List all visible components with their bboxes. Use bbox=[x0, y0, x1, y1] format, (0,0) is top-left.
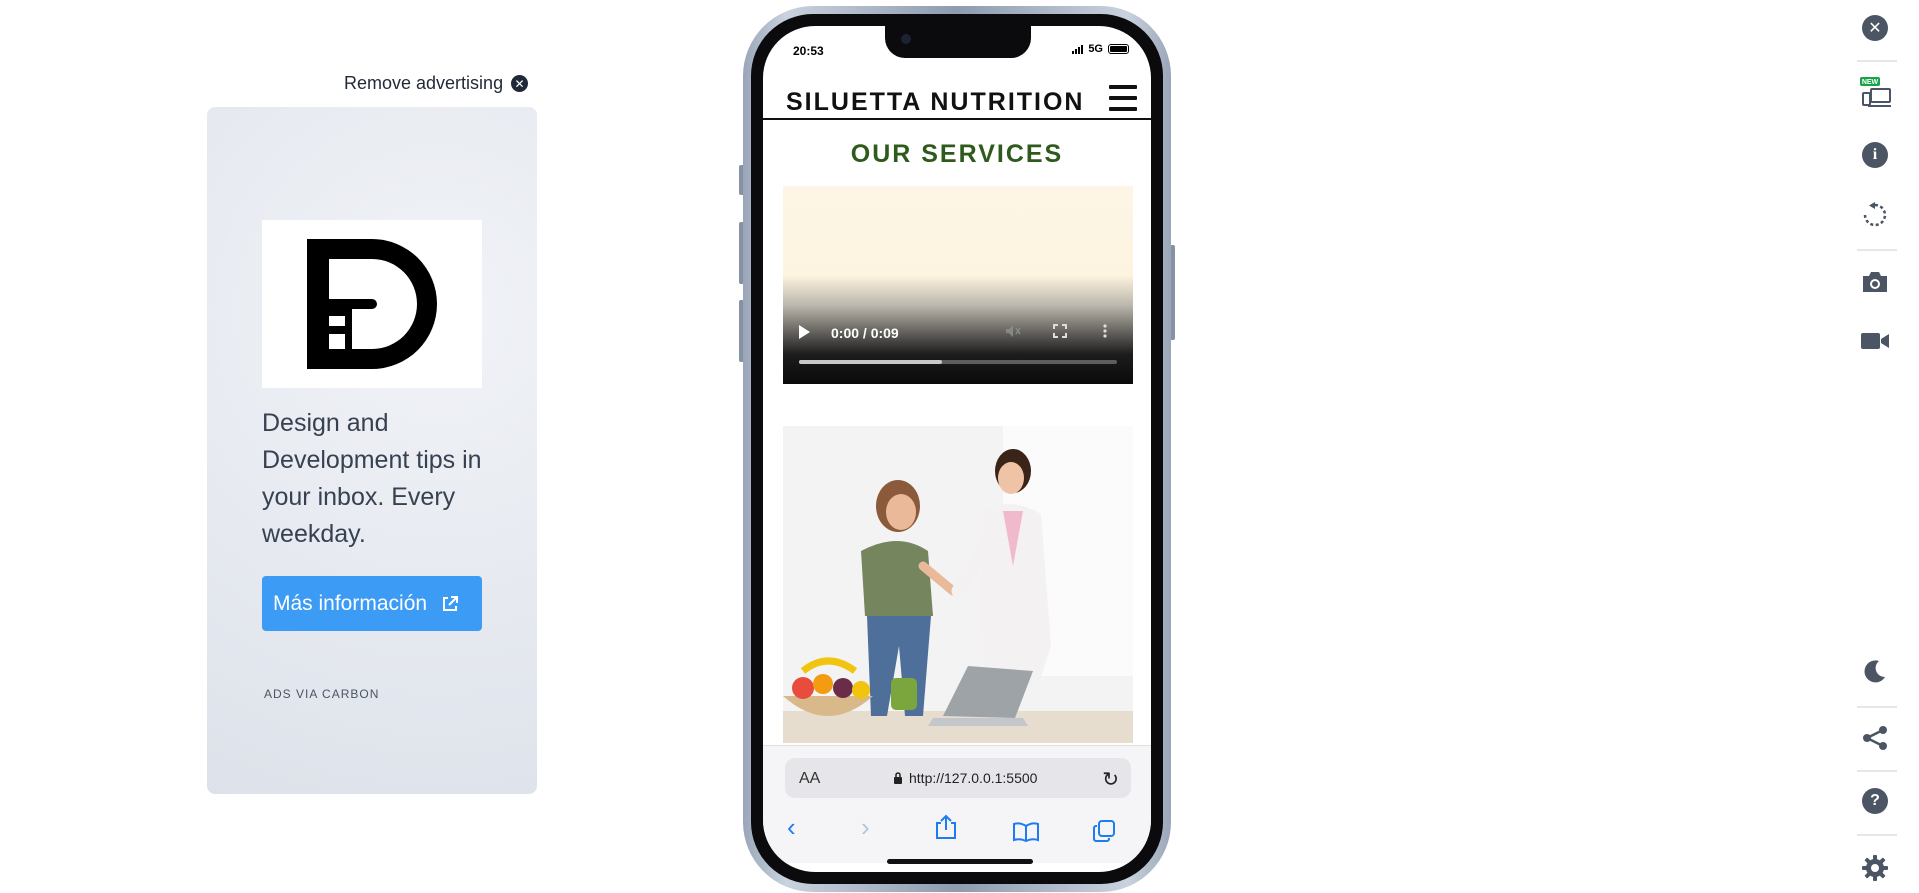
safari-toolbar: ‹ › bbox=[763, 808, 1151, 848]
remove-advertising-link[interactable]: Remove advertising ✕ bbox=[344, 73, 529, 94]
hamburger-menu-icon[interactable] bbox=[1109, 85, 1137, 111]
dd-logo-icon bbox=[307, 239, 437, 369]
front-camera bbox=[901, 34, 911, 44]
section-heading: OUR SERVICES bbox=[850, 140, 1064, 168]
site-header: SILUETTA NUTRITION bbox=[763, 78, 1151, 120]
back-icon[interactable]: ‹ bbox=[787, 812, 796, 843]
share-sheet-icon[interactable] bbox=[935, 814, 957, 847]
video-time: 0:00 / 0:09 bbox=[831, 325, 899, 341]
signal-icon bbox=[1072, 44, 1084, 54]
new-badge: NEW bbox=[1862, 79, 1879, 86]
toolbar-divider bbox=[1857, 770, 1897, 772]
ad-logo[interactable] bbox=[262, 220, 482, 388]
rotate-icon[interactable] bbox=[1855, 195, 1895, 235]
phone-frame: 20:53 5G SILUETTA NUTRITION OUR SERVICES… bbox=[743, 6, 1171, 892]
devices-icon[interactable]: NEW bbox=[1855, 72, 1895, 112]
url-display[interactable]: http://127.0.0.1:5500 bbox=[893, 770, 1037, 786]
ad-more-info-button[interactable]: Más información bbox=[262, 576, 482, 631]
address-bar[interactable]: AA http://127.0.0.1:5500 ↻ bbox=[785, 758, 1131, 798]
camera-icon[interactable] bbox=[1855, 262, 1895, 302]
help-icon[interactable]: ? bbox=[1855, 781, 1895, 821]
reload-icon[interactable]: ↻ bbox=[1102, 767, 1119, 792]
share-icon[interactable] bbox=[1855, 718, 1895, 758]
phone-notch bbox=[885, 26, 1031, 58]
phone-bezel: 20:53 5G SILUETTA NUTRITION OUR SERVICES… bbox=[751, 14, 1163, 884]
ads-via-carbon[interactable]: ADS VIA CARBON bbox=[264, 687, 379, 701]
settings-icon[interactable] bbox=[1855, 848, 1895, 888]
fullscreen-icon[interactable] bbox=[1053, 324, 1067, 342]
external-link-icon bbox=[443, 595, 459, 611]
info-icon[interactable]: i bbox=[1855, 135, 1895, 175]
dark-mode-icon[interactable] bbox=[1855, 651, 1895, 691]
remove-advertising-label: Remove advertising bbox=[344, 73, 504, 93]
toolbar-divider bbox=[1857, 60, 1897, 62]
nutritionist-handshake-image bbox=[783, 426, 1133, 743]
ad-headline: Design and Development tips in your inbo… bbox=[262, 409, 482, 548]
forward-icon[interactable]: › bbox=[861, 812, 870, 843]
text-size-button[interactable]: AA bbox=[799, 770, 820, 788]
home-indicator bbox=[887, 859, 1033, 864]
video-record-icon[interactable] bbox=[1855, 321, 1895, 361]
url-text: http://127.0.0.1:5500 bbox=[909, 770, 1038, 786]
ad-card: Design and Development tips in your inbo… bbox=[207, 107, 537, 794]
site-title[interactable]: SILUETTA NUTRITION bbox=[786, 88, 1084, 117]
network-label: 5G bbox=[1088, 43, 1103, 55]
phone-screen: 20:53 5G SILUETTA NUTRITION OUR SERVICES… bbox=[763, 26, 1151, 872]
ad-button-label: Más información bbox=[273, 591, 428, 615]
play-icon[interactable] bbox=[799, 325, 810, 339]
lock-icon bbox=[894, 772, 902, 784]
toolbar-divider bbox=[1857, 834, 1897, 836]
bookmarks-icon[interactable] bbox=[1013, 818, 1039, 849]
toolbar-divider bbox=[1857, 706, 1897, 708]
tabs-icon[interactable] bbox=[1093, 818, 1115, 849]
close-circle-icon: ✕ bbox=[511, 75, 529, 92]
video-player[interactable]: 0:00 / 0:09 bbox=[783, 186, 1133, 384]
battery-icon bbox=[1108, 44, 1129, 54]
toolbar-divider bbox=[1857, 249, 1897, 251]
status-indicators: 5G bbox=[1072, 43, 1129, 55]
consultation-photo bbox=[783, 426, 1133, 743]
video-progress-fill bbox=[799, 360, 943, 364]
safari-bottom-bar: AA http://127.0.0.1:5500 ↻ ‹ › bbox=[763, 745, 1151, 863]
mute-icon[interactable] bbox=[1005, 324, 1021, 342]
close-icon[interactable]: ✕ bbox=[1855, 8, 1895, 48]
video-progress-bar[interactable] bbox=[799, 360, 1117, 364]
screenshot-root: Remove advertising ✕ Design and Developm… bbox=[0, 0, 1919, 893]
more-options-icon[interactable] bbox=[1103, 324, 1107, 342]
status-time: 20:53 bbox=[793, 44, 824, 58]
